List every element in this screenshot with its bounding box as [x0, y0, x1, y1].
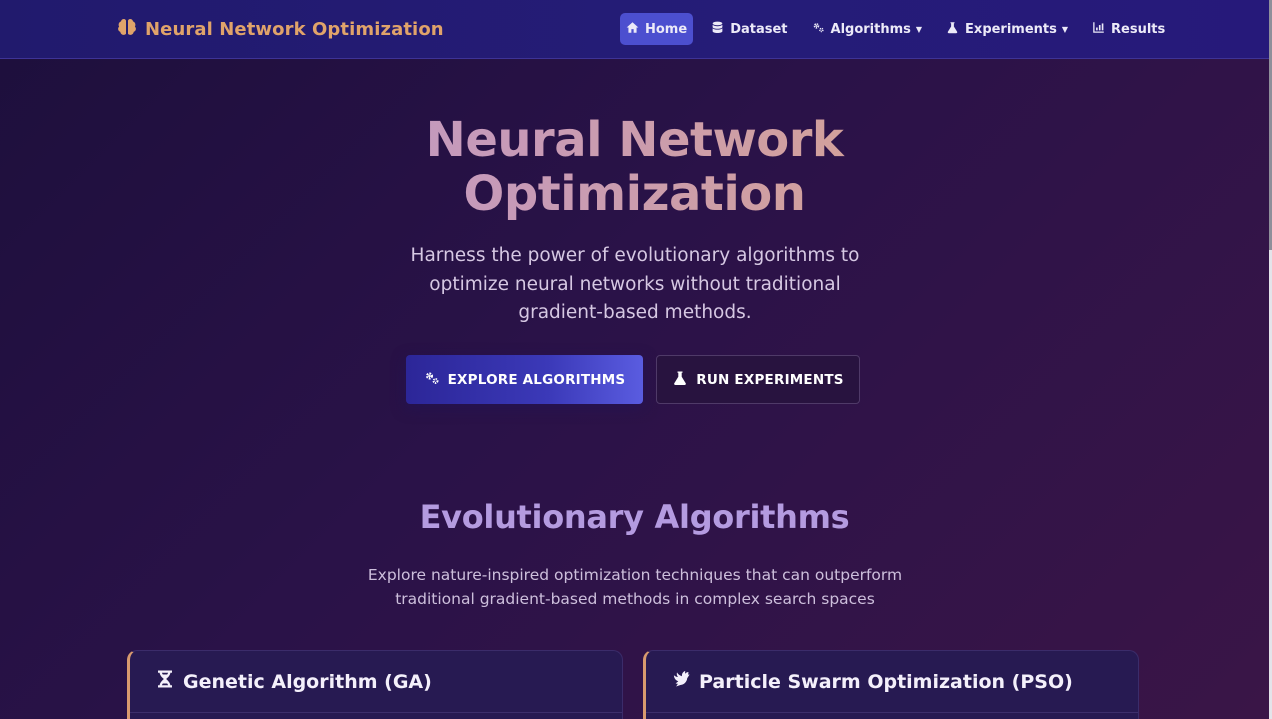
home-icon [626, 21, 639, 38]
database-icon [711, 21, 724, 38]
hero-subtitle: Harness the power of evolutionary algori… [410, 245, 860, 323]
nav-item-algorithms[interactable]: Algorithms ▼ [806, 13, 929, 45]
chart-icon [1092, 21, 1105, 38]
explore-algorithms-button[interactable]: EXPLORE ALGORITHMS [406, 355, 643, 404]
nav-item-label: Dataset [730, 21, 788, 37]
nav-item-experiments[interactable]: Experiments ▼ [940, 13, 1074, 45]
nav-menu: Home Dataset Algorithms ▼ Experiments ▼ … [620, 13, 1183, 45]
card-title: Genetic Algorithm (GA) [183, 670, 432, 693]
nav-item-label: Experiments [965, 21, 1057, 37]
button-label: EXPLORE ALGORITHMS [447, 371, 626, 388]
top-navbar: Neural Network Optimization Home Dataset… [0, 0, 1269, 59]
card-title: Particle Swarm Optimization (PSO) [699, 670, 1073, 693]
nav-item-label: Algorithms [830, 21, 911, 37]
dove-icon [671, 669, 691, 694]
hero-title-line2: Optimization [463, 166, 806, 222]
run-experiments-button[interactable]: RUN EXPERIMENTS [656, 355, 860, 404]
flask-icon [946, 21, 959, 38]
algorithm-card-ga: Genetic Algorithm (GA) [127, 650, 623, 719]
section-title: Evolutionary Algorithms [419, 498, 850, 536]
gears-icon [424, 370, 440, 390]
section-subtitle: Explore nature-inspired optimization tec… [367, 566, 903, 608]
nav-item-dataset[interactable]: Dataset [705, 13, 793, 45]
brand-title: Neural Network Optimization [145, 18, 444, 40]
dna-icon [155, 669, 175, 694]
nav-item-label: Home [645, 21, 688, 37]
hero-title: Neural Network Optimization [0, 113, 1269, 221]
hero-title-line1: Neural Network [425, 112, 844, 168]
button-label: RUN EXPERIMENTS [696, 371, 844, 388]
chevron-down-icon: ▼ [915, 24, 923, 34]
nav-item-label: Results [1111, 21, 1166, 37]
gears-icon [812, 21, 825, 38]
flask-icon [672, 370, 688, 390]
nav-item-home[interactable]: Home [620, 13, 694, 45]
card-header: Genetic Algorithm (GA) [130, 651, 622, 713]
algorithm-card-pso: Particle Swarm Optimization (PSO) [643, 650, 1139, 719]
brain-icon [117, 17, 137, 42]
card-header: Particle Swarm Optimization (PSO) [646, 651, 1138, 713]
chevron-down-icon: ▼ [1061, 24, 1069, 34]
nav-item-results[interactable]: Results [1086, 13, 1171, 45]
brand-link[interactable]: Neural Network Optimization [117, 16, 444, 42]
